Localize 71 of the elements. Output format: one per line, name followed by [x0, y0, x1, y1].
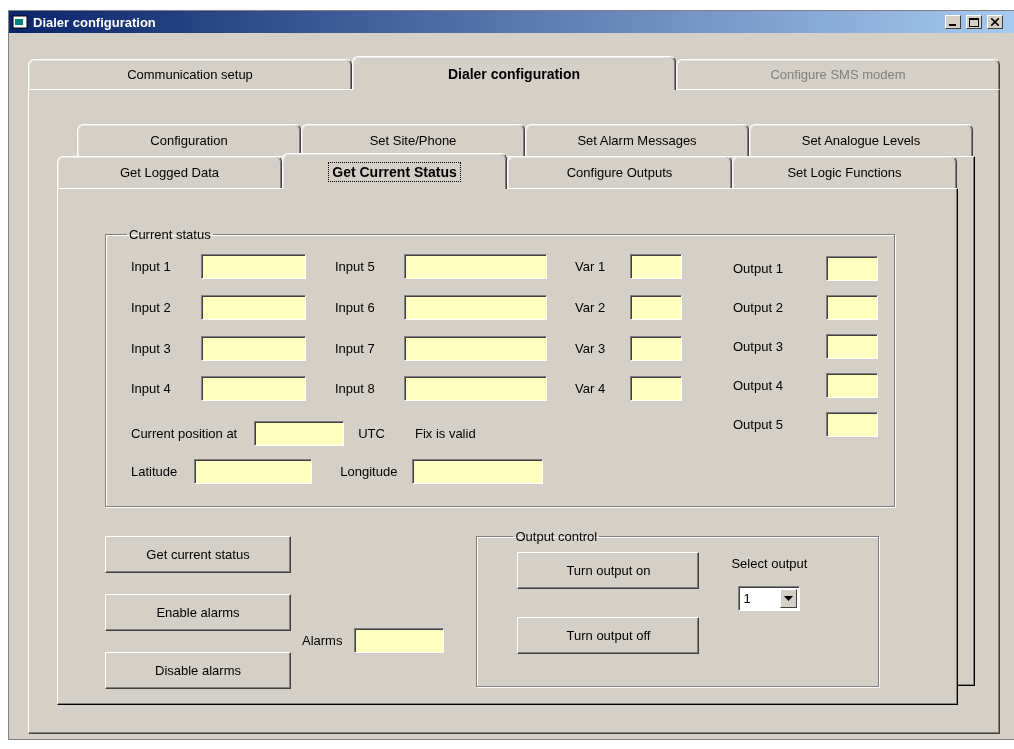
field-label: Var 3: [575, 341, 607, 356]
action-button[interactable]: Disable alarms: [105, 652, 291, 689]
input-field[interactable]: [201, 375, 306, 401]
maximize-button[interactable]: [966, 15, 982, 29]
tab[interactable]: Communication setup: [28, 59, 352, 89]
tab[interactable]: Set Logic Functions: [732, 156, 957, 188]
group-title: Output control: [514, 529, 599, 544]
close-button[interactable]: [987, 15, 1003, 29]
input-field[interactable]: [630, 336, 682, 361]
field-label: Input 2: [131, 300, 172, 315]
tab[interactable]: Configuration: [77, 124, 301, 156]
status-text: Fix is valid: [414, 425, 476, 441]
input-field[interactable]: [201, 254, 306, 279]
field-label: Longitude: [340, 463, 398, 479]
field-label: Output 1: [733, 261, 784, 276]
dropdown-arrow-icon: [784, 596, 794, 601]
tab[interactable]: Set Analogue Levels: [749, 124, 973, 156]
tab[interactable]: Set Alarm Messages: [525, 124, 749, 156]
field-label: Input 5: [335, 259, 376, 274]
tab[interactable]: Configure Outputs: [507, 156, 732, 188]
field-label: Current position at: [131, 425, 238, 441]
field-label: Input 4: [131, 380, 172, 396]
field-label: Var 1: [575, 259, 607, 274]
field-label: Input 6: [335, 300, 376, 315]
input-field[interactable]: [630, 375, 682, 401]
field-label: Select output: [731, 556, 808, 571]
field-label: Output 2: [733, 300, 784, 315]
input-field[interactable]: [826, 412, 878, 437]
field-label: Output 4: [733, 378, 784, 393]
field-label: Input 7: [335, 341, 376, 356]
tab[interactable]: Dialer configuration: [352, 56, 676, 90]
field-label: Alarms: [302, 632, 343, 648]
field-label: UTC: [358, 425, 385, 441]
input-field[interactable]: [826, 295, 878, 320]
input-field[interactable]: [404, 295, 547, 320]
input-field[interactable]: [826, 334, 878, 359]
input-field[interactable]: [826, 373, 878, 398]
tab[interactable]: Get Current Status: [282, 153, 507, 189]
input-field[interactable]: [354, 627, 445, 653]
maximize-icon: [969, 17, 979, 27]
field-label: Latitude: [131, 463, 178, 479]
input-field[interactable]: [630, 254, 682, 279]
input-field[interactable]: [254, 420, 345, 446]
close-icon: [991, 18, 999, 26]
input-field[interactable]: [404, 254, 547, 279]
input-field[interactable]: [630, 295, 682, 320]
app-icon: [12, 15, 28, 29]
group-title: Current status: [128, 227, 212, 242]
input-field[interactable]: [201, 295, 306, 320]
window-title: Dialer configuration: [33, 14, 157, 30]
action-button[interactable]: Enable alarms: [105, 594, 291, 631]
field-label: Input 1: [131, 259, 172, 274]
action-button[interactable]: Turn output on: [517, 552, 700, 589]
input-field[interactable]: [404, 336, 547, 361]
field-label: Output 5: [733, 417, 784, 432]
field-label: Var 4: [575, 380, 607, 396]
tab[interactable]: Set Site/Phone: [301, 124, 525, 156]
action-button[interactable]: Get current status: [105, 536, 291, 573]
input-field[interactable]: [412, 458, 544, 484]
input-field[interactable]: [404, 375, 547, 401]
field-label: Output 3: [733, 339, 784, 354]
action-button[interactable]: Turn output off: [517, 617, 700, 654]
field-label: Var 2: [575, 300, 607, 315]
input-field[interactable]: [201, 336, 306, 361]
tab[interactable]: Get Logged Data: [57, 156, 282, 188]
field-label: Input 8: [335, 380, 376, 396]
field-label: Input 3: [131, 341, 172, 356]
output-dropdown[interactable]: 1: [738, 586, 801, 611]
minimize-button[interactable]: [945, 15, 961, 29]
input-field[interactable]: [194, 458, 313, 484]
input-field[interactable]: [826, 256, 878, 281]
